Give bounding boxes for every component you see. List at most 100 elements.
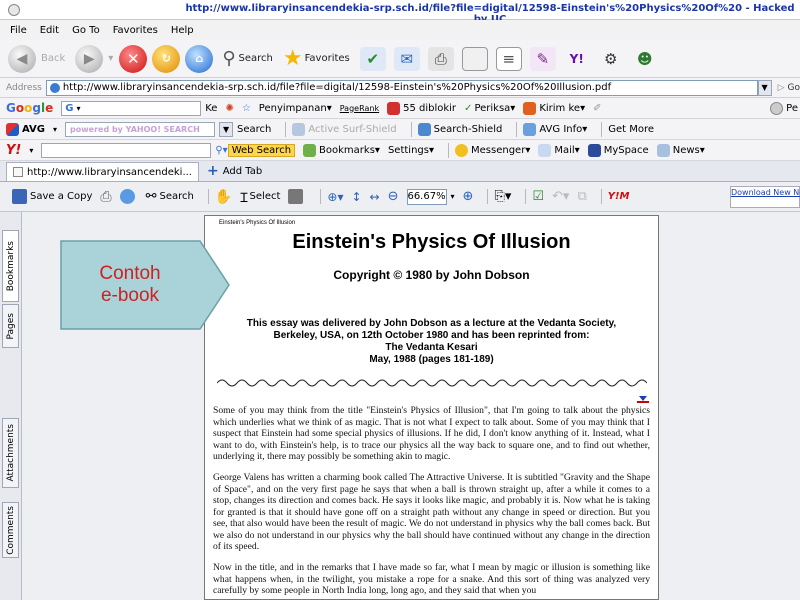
avg-info-button[interactable]: AVG Info ▾ xyxy=(523,122,587,136)
window-icon[interactable] xyxy=(461,46,488,71)
refresh-button[interactable]: ↻ xyxy=(152,44,181,73)
yahoo-menu-dropdown[interactable]: ▾ xyxy=(29,146,33,155)
forward-dropdown-icon[interactable]: ▾ xyxy=(108,53,113,64)
select-tool-button[interactable]: Ɪ Select xyxy=(240,188,280,206)
google-search-input[interactable]: G ▾ xyxy=(61,100,202,116)
copy-icon[interactable]: ⧉ xyxy=(577,189,586,204)
menu-go-to[interactable]: Go To xyxy=(72,25,100,36)
back-button[interactable]: ◀ xyxy=(8,44,36,73)
search-icon[interactable]: ⚲▾ xyxy=(215,145,227,156)
pdf-page[interactable]: Einstein's Physics Of Illusion Einstein'… xyxy=(204,215,659,600)
fit-width-icon[interactable]: ↔ xyxy=(370,190,380,204)
menu-edit[interactable]: Edit xyxy=(40,25,59,36)
yahoo-search-input[interactable] xyxy=(41,142,212,158)
zoom-in-icon[interactable]: ⊕ xyxy=(463,189,474,204)
spell-check-icon[interactable]: ☑ xyxy=(532,189,544,204)
history-icon[interactable]: ✔ xyxy=(359,46,386,71)
tab-bar: http://www.libraryinsancendeki... + Add T… xyxy=(0,161,800,182)
tab-active[interactable]: http://www.libraryinsancendeki... xyxy=(6,161,199,181)
google-penyimpanan-button[interactable]: Penyimpanan ▾ xyxy=(259,103,332,114)
download-new-now-link[interactable]: Download New Now xyxy=(730,186,800,208)
send-to-label: Kirim ke xyxy=(539,102,581,114)
print-icon[interactable]: ⎙ xyxy=(100,189,111,205)
go-button[interactable]: Go xyxy=(788,83,800,93)
add-tab-button[interactable]: + Add Tab xyxy=(207,163,262,179)
zoom-dropdown-icon[interactable]: ▾ xyxy=(451,192,455,201)
settings-button[interactable]: Settings ▾ xyxy=(388,145,434,156)
save-copy-button[interactable]: Save a Copy xyxy=(12,189,92,204)
print-icon[interactable]: ⎙ xyxy=(427,46,454,71)
mail-icon[interactable]: ✉ xyxy=(393,46,420,71)
yahoo-toolbar: Y! ▾ ⚲▾ Web Search Bookmarks ▾ Settings ▾ … xyxy=(0,140,800,161)
popup-blocked-button[interactable]: 55 diblokir xyxy=(387,101,457,115)
note-flag-icon[interactable] xyxy=(637,396,649,403)
google-news-icon[interactable]: ✺ xyxy=(225,103,233,114)
messenger-smiley-icon xyxy=(455,143,468,157)
web-search-button[interactable]: Web Search xyxy=(227,143,296,157)
google-settings-button[interactable]: Pe xyxy=(770,101,798,115)
fit-page-icon[interactable]: ↕ xyxy=(351,190,361,204)
avg-search-dropdown[interactable]: ▼ xyxy=(219,121,234,137)
spellcheck-icon: ✓ xyxy=(464,102,473,114)
search-icon[interactable]: ⚲ xyxy=(222,48,235,69)
avg-logo-icon xyxy=(6,122,19,136)
messenger-icon[interactable]: ✎ xyxy=(529,46,556,71)
news-button[interactable]: News ▾ xyxy=(656,143,705,157)
zoom-in-tool-icon[interactable]: ⊕▾ xyxy=(327,190,343,204)
avg-search-input[interactable]: powered by YAHOO! SEARCH xyxy=(65,121,216,137)
forward-button[interactable]: ▶ xyxy=(75,44,104,73)
myspace-button[interactable]: MySpace xyxy=(587,143,649,157)
intro-line: This essay was delivered by John Dobson … xyxy=(246,318,617,329)
stop-icon: ✕ xyxy=(127,49,140,68)
zoom-level-input[interactable]: 66.67% xyxy=(406,188,447,205)
mail-button[interactable]: Mail ▾ xyxy=(538,143,580,157)
undo-icon[interactable]: ↶▾ xyxy=(552,189,569,204)
avg-search-button[interactable]: Search xyxy=(237,124,271,135)
spellcheck-button[interactable]: ✓ Periksa ▾ xyxy=(464,103,515,114)
send-to-button[interactable]: Kirim ke ▾ xyxy=(523,101,585,115)
email-button[interactable] xyxy=(119,189,138,204)
zoom-out-icon[interactable]: ⊖ xyxy=(388,189,399,204)
divider xyxy=(487,189,489,204)
stop-button[interactable]: ✕ xyxy=(119,44,148,73)
tab-pages[interactable]: Pages xyxy=(2,304,19,348)
get-more-button[interactable]: Get More xyxy=(608,124,654,135)
notes-icon[interactable]: ≡ xyxy=(495,46,522,71)
menu-help[interactable]: Help xyxy=(171,25,194,36)
text-cursor-icon: Ɪ xyxy=(240,190,248,206)
callout-arrow: Contoh e-book xyxy=(60,240,230,330)
tab-attachments[interactable]: Attachments xyxy=(2,418,19,488)
page-layout-icon[interactable]: ⎘▾ xyxy=(494,189,511,204)
favorites-star-icon[interactable]: ★ xyxy=(283,46,303,71)
home-button[interactable]: ⌂ xyxy=(185,44,214,73)
hand-tool-icon[interactable]: ✋ xyxy=(215,189,232,205)
tab-bookmarks[interactable]: Bookmarks xyxy=(2,230,19,302)
snapshot-button[interactable] xyxy=(288,189,306,204)
attachments-tab-label: Attachments xyxy=(5,424,16,482)
popup-blocked-label: 55 diblokir xyxy=(403,102,457,114)
pdf-search-button[interactable]: ⚯ Search xyxy=(146,189,194,204)
search-shield-icon xyxy=(417,122,431,136)
address-input[interactable]: http://www.libraryinsancendekia-srp.sch.… xyxy=(45,79,758,96)
yahoo-pdf-icon[interactable]: Y!M xyxy=(608,191,630,202)
yahoo-icon[interactable]: Y! xyxy=(564,47,590,71)
highlight-icon[interactable]: ✐ xyxy=(593,103,601,114)
menu-favorites[interactable]: Favorites xyxy=(113,25,158,36)
google-ke-label: Ke xyxy=(205,102,218,114)
search-shield-button[interactable]: Search-Shield xyxy=(417,122,502,136)
go-arrow-icon[interactable]: ▷ xyxy=(778,83,785,93)
tools-icon[interactable]: ⚙ xyxy=(598,47,624,71)
tab-comments[interactable]: Comments xyxy=(2,502,19,558)
favorites-button-label[interactable]: Favorites xyxy=(305,53,350,64)
messenger-button[interactable]: Messenger ▾ xyxy=(455,143,530,157)
forward-arrow-icon: ▶ xyxy=(83,50,95,67)
menu-file[interactable]: File xyxy=(10,25,27,36)
people-icon[interactable]: ☻ xyxy=(632,47,658,71)
google-star-icon[interactable]: ☆ xyxy=(242,103,251,114)
google-ke-button[interactable]: Ke xyxy=(205,103,217,114)
avg-dropdown-icon[interactable]: ▾ xyxy=(53,125,57,134)
search-button-label[interactable]: Search xyxy=(239,53,273,64)
active-surf-shield[interactable]: Active Surf-Shield xyxy=(292,122,397,136)
bookmarks-button[interactable]: Bookmarks ▾ xyxy=(303,143,380,157)
address-dropdown-button[interactable]: ▼ xyxy=(757,79,772,96)
